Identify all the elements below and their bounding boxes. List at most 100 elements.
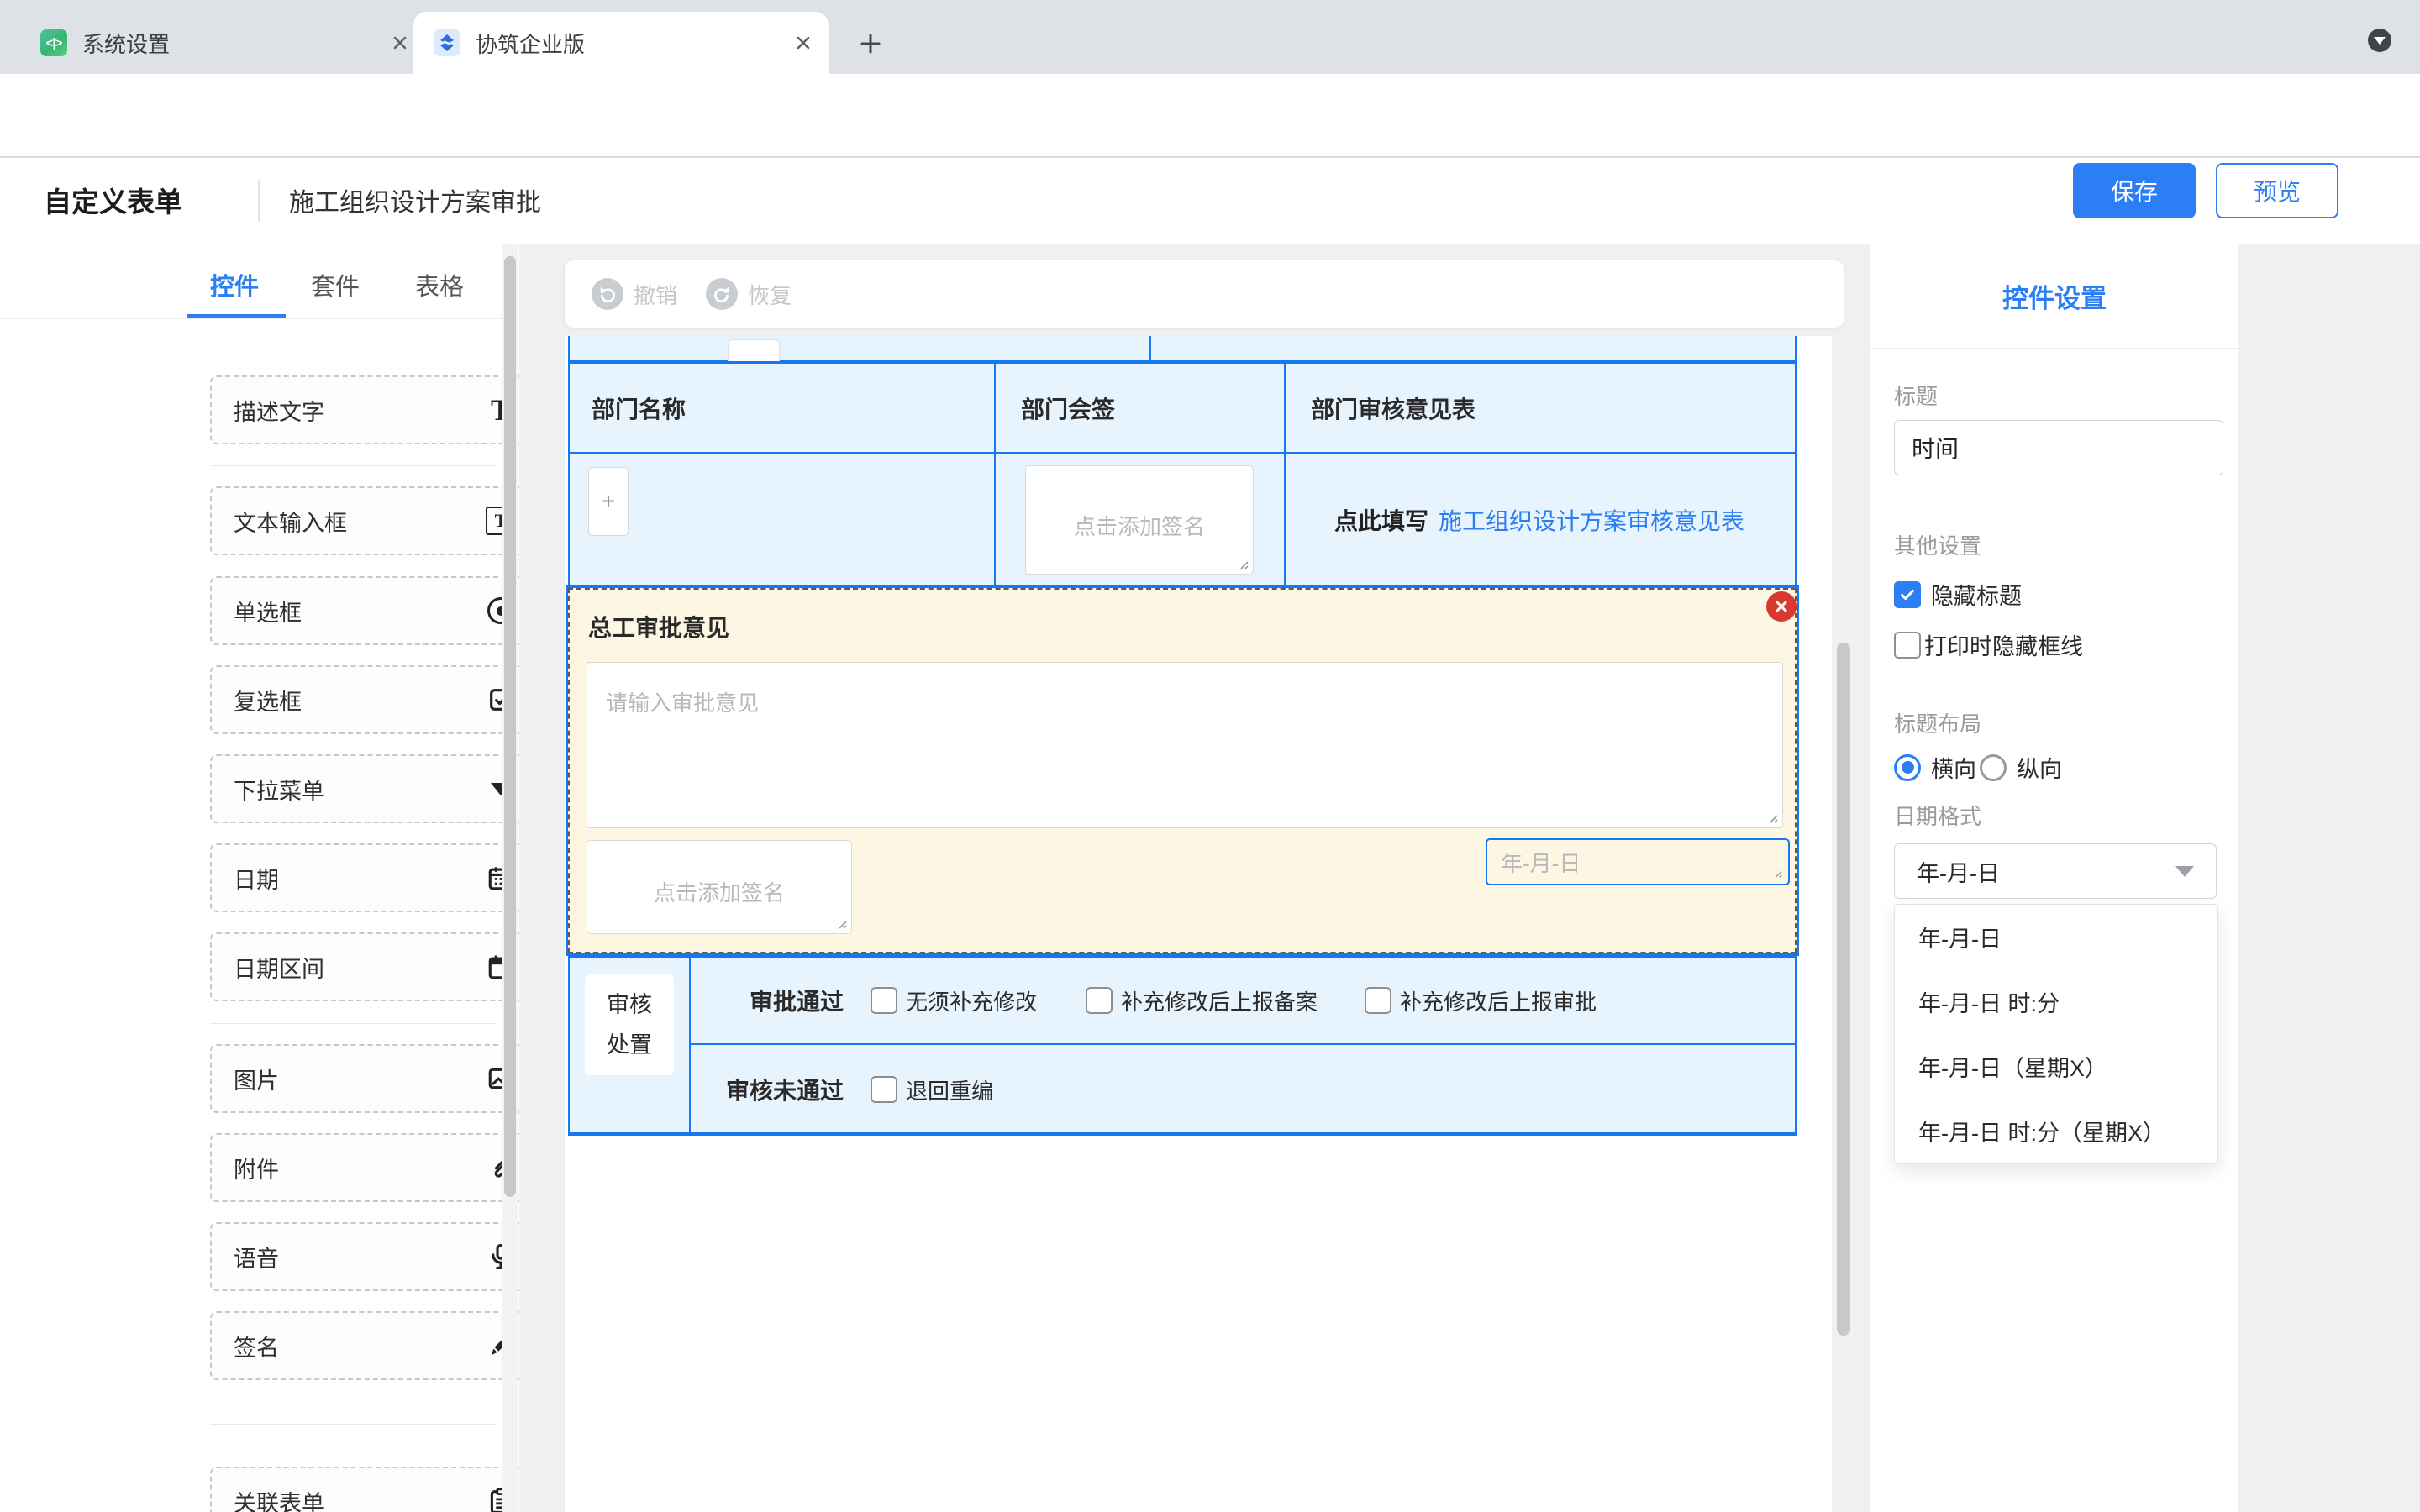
sidebar-tab-kits[interactable]: 套件	[311, 267, 360, 302]
widget-item-image[interactable]: 图片	[210, 1044, 519, 1113]
sidebar-scrollbar-thumb[interactable]	[504, 256, 516, 1197]
canvas-scrollbar-thumb[interactable]	[1837, 643, 1850, 1336]
date-format-option[interactable]: 年-月-日 时:分	[1895, 969, 2217, 1034]
chevron-down-icon	[2175, 866, 2194, 877]
tab-title: 协筑企业版	[476, 28, 790, 59]
widget-item-desc-text[interactable]: 描述文字 T	[210, 375, 519, 444]
resize-handle-icon[interactable]	[1236, 557, 1249, 570]
control-settings-panel: 控件设置 标题 其他设置 隐藏标题 打印时隐藏框线 标题布局 横向 纵向 日期格…	[1870, 244, 2238, 1512]
approval-title: 总工审批意见	[588, 610, 729, 643]
table-value-row[interactable]: + 点击添加签名 点此填写 施工组织设计方案审核意见表	[568, 454, 1797, 588]
layout-vertical-radio[interactable]: 纵向	[1980, 751, 2062, 784]
date-format-option[interactable]: 年-月-日（星期X）	[1895, 1034, 2217, 1099]
sidebar-tab-tables[interactable]: 表格	[415, 267, 464, 302]
widget-label: 下拉菜单	[234, 773, 486, 806]
widget-item-date[interactable]: 日期	[210, 843, 519, 912]
widget-item-date-range[interactable]: 日期区间	[210, 932, 519, 1001]
widget-item-signature[interactable]: 签名	[210, 1311, 519, 1380]
fail-label: 审核未通过	[691, 1073, 844, 1106]
widget-label: 描述文字	[234, 394, 486, 427]
checkbox-label: 补充修改后上报审批	[1400, 985, 1597, 1016]
table-header-row[interactable]: 部门名称 部门会签 部门审核意见表	[568, 364, 1797, 454]
resize-handle-icon[interactable]	[1765, 811, 1779, 824]
xiezhu-favicon-icon	[434, 29, 460, 56]
dept-signature-box[interactable]: 点击添加签名	[1025, 465, 1254, 575]
widget-item-voice[interactable]: 语音	[210, 1222, 519, 1291]
approval-comment-textarea[interactable]: 请输入审批意见	[587, 662, 1783, 828]
widget-label: 附件	[234, 1152, 486, 1184]
redo-button[interactable]: 恢复	[706, 260, 792, 328]
widget-item-text-input[interactable]: 文本输入框 T	[210, 486, 519, 555]
form-title: 施工组织设计方案审批	[289, 158, 541, 242]
tab-title: 系统设置	[82, 28, 387, 59]
checkbox-no-supplement[interactable]	[871, 987, 897, 1014]
widget-label: 语音	[234, 1241, 486, 1273]
widget-item-attachment[interactable]: 附件	[210, 1133, 519, 1202]
date-format-value: 年-月-日	[1917, 855, 2000, 888]
redo-label: 恢复	[748, 279, 792, 310]
new-tab-button[interactable]	[852, 25, 889, 62]
date-format-option[interactable]: 年-月-日	[1895, 905, 2217, 969]
redo-icon	[706, 278, 738, 310]
title-field-input[interactable]	[1894, 420, 2223, 475]
approval-signature-box[interactable]: 点击添加签名	[587, 840, 852, 934]
tab-search-button[interactable]	[2368, 29, 2391, 52]
layout-label: 标题布局	[1894, 707, 1981, 738]
resize-handle-icon[interactable]	[834, 916, 848, 930]
checkbox-supplement-approve[interactable]	[1365, 987, 1392, 1014]
widget-label: 签名	[234, 1330, 486, 1362]
checkbox-label: 打印时隐藏框线	[1924, 628, 2083, 661]
date-format-select[interactable]: 年-月-日	[1894, 843, 2217, 899]
browser-tab-xiezhu[interactable]: 协筑企业版	[413, 12, 829, 74]
preview-button[interactable]: 预览	[2216, 163, 2338, 218]
panel-divider	[1870, 348, 2238, 349]
resize-handle-icon[interactable]	[1771, 867, 1785, 880]
widget-item-dropdown[interactable]: 下拉菜单	[210, 754, 519, 823]
widget-item-linked-form[interactable]: 关联表单	[210, 1467, 519, 1512]
panel-title: 控件设置	[1870, 277, 2238, 315]
hide-title-checkbox[interactable]: 隐藏标题	[1894, 578, 2022, 611]
radio-unselected-icon	[1980, 754, 2007, 781]
undo-button[interactable]: 撤销	[592, 260, 677, 328]
widget-label: 单选框	[234, 595, 486, 627]
review-form-link[interactable]: 施工组织设计方案审核意见表	[1439, 503, 1744, 537]
disposition-label-box: 审核 处置	[585, 974, 674, 1075]
checkbox-checked-icon	[1894, 581, 1921, 608]
checkbox-label: 隐藏标题	[1931, 578, 2022, 611]
tab-close-icon[interactable]	[387, 29, 413, 56]
column-header: 部门审核意见表	[1311, 391, 1476, 425]
checkbox-supplement-record[interactable]	[1086, 987, 1113, 1014]
browser-window: <|> 系统设置 协筑企业版	[0, 0, 2420, 1512]
widget-label: 复选框	[234, 684, 486, 717]
cell-divider	[1284, 364, 1286, 452]
review-disposition-section[interactable]: 审核 处置 审批通过 无须补充修改 补充修改后上报备案 补充修改后上报审批 审核…	[568, 956, 1797, 1136]
signature-placeholder: 点击添加签名	[587, 876, 851, 907]
glodon-system-favicon-icon: <|>	[40, 29, 67, 56]
widget-item-checkbox[interactable]: 复选框	[210, 665, 519, 734]
sidebar-group-divider	[210, 1424, 496, 1425]
drag-handle[interactable]	[728, 339, 780, 361]
add-row-button[interactable]: +	[588, 467, 629, 536]
hide-border-print-checkbox[interactable]: 打印时隐藏框线	[1894, 628, 2083, 661]
browser-tab-system-settings[interactable]: <|> 系统设置	[25, 12, 413, 74]
widget-label: 日期区间	[234, 951, 486, 984]
approval-date-field-selected[interactable]: 年-月-日	[1486, 838, 1790, 885]
layout-horizontal-radio[interactable]: 横向	[1894, 751, 1976, 784]
sidebar-group-divider	[210, 1023, 496, 1024]
save-button[interactable]: 保存	[2073, 163, 2196, 218]
tab-close-icon[interactable]	[790, 29, 817, 56]
widget-label: 关联表单	[234, 1485, 486, 1512]
chevron-down-icon	[2374, 37, 2386, 45]
fail-row: 审核未通过 退回重编	[691, 1045, 1793, 1134]
fill-prefix-text: 点此填写	[1334, 503, 1428, 537]
sidebar-divider	[0, 318, 502, 319]
sidebar-tab-controls[interactable]: 控件	[210, 267, 259, 302]
other-settings-label: 其他设置	[1894, 529, 1981, 560]
checkbox-return-rewrite[interactable]	[871, 1076, 897, 1103]
date-format-label: 日期格式	[1894, 800, 1981, 831]
delete-control-button[interactable]	[1766, 591, 1797, 622]
widget-label: 文本输入框	[234, 505, 486, 538]
date-format-option[interactable]: 年-月-日 时:分（星期X）	[1895, 1099, 2217, 1163]
widget-item-radio[interactable]: 单选框	[210, 576, 519, 645]
title-field-label: 标题	[1894, 380, 1938, 411]
